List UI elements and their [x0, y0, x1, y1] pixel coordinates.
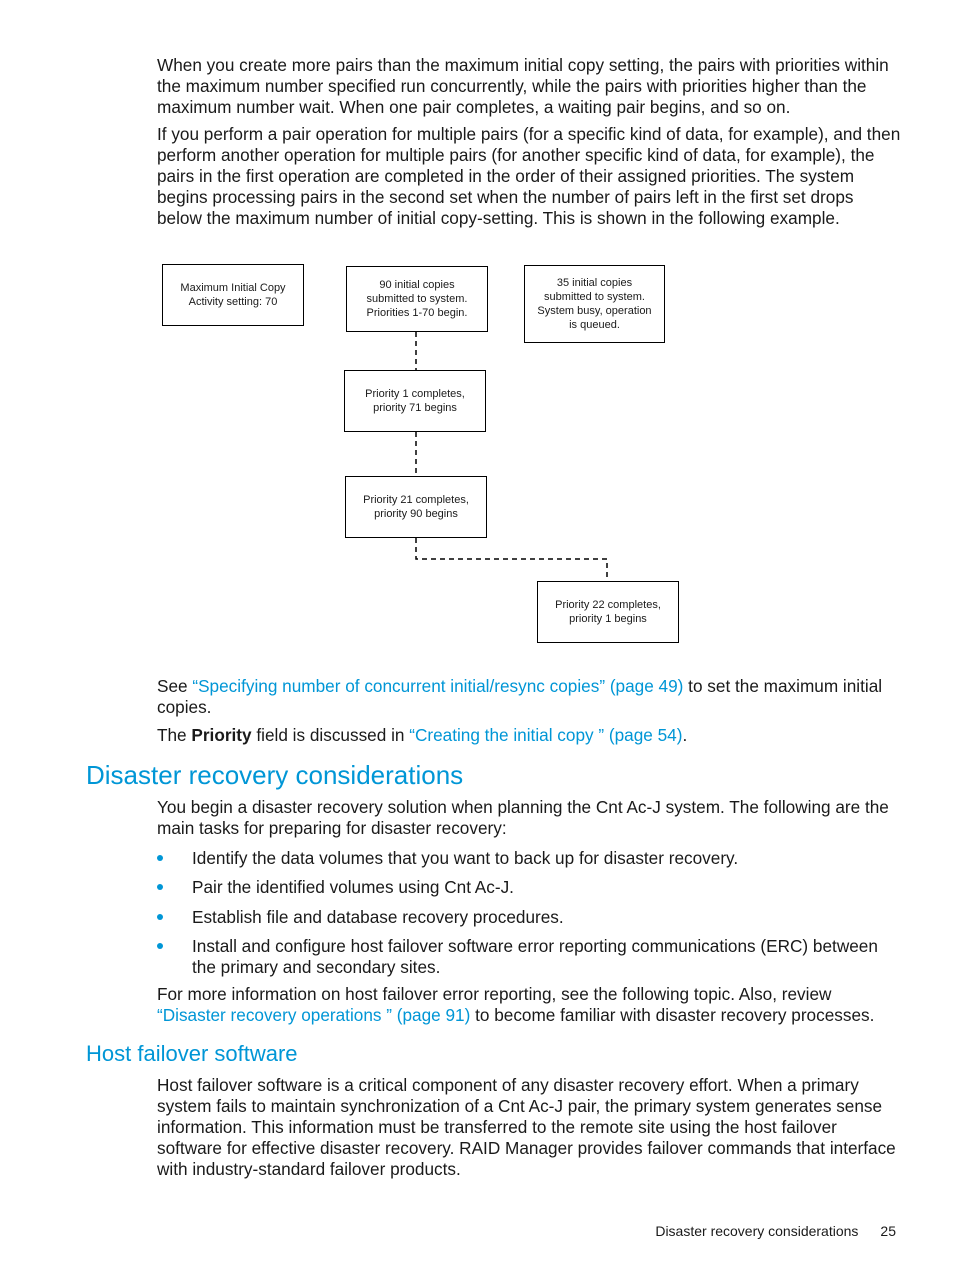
- bullet-icon: [157, 914, 163, 920]
- list-item-text: Install and configure host failover soft…: [192, 936, 878, 977]
- priority-suffix: .: [682, 725, 688, 745]
- box-ninety-copies: 90 initial copies submitted to system. P…: [346, 266, 488, 332]
- link-disaster-operations[interactable]: “Disaster recovery operations ” (page 91…: [157, 1005, 470, 1025]
- bullet-icon: [157, 884, 163, 890]
- heading-disaster-recovery: Disaster recovery considerations: [86, 760, 464, 790]
- box-priority22: Priority 22 completes, priority 1 begins: [537, 581, 679, 643]
- more-suffix: to become familiar with disaster recover…: [470, 1005, 875, 1025]
- bullet-icon: [157, 943, 163, 949]
- priority-paragraph: The Priority field is discussed in “Crea…: [157, 725, 902, 746]
- box-priority1: Priority 1 completes, priority 71 begins: [344, 370, 486, 432]
- host-failover-paragraph: Host failover software is a critical com…: [157, 1075, 896, 1179]
- list-item-text: Identify the data volumes that you want …: [192, 848, 739, 868]
- priority-field-name: Priority: [191, 725, 252, 745]
- connector-3: [415, 538, 608, 581]
- disaster-intro: You begin a disaster recovery solution w…: [157, 797, 889, 838]
- box-priority21: Priority 21 completes, priority 90 begin…: [345, 476, 487, 538]
- priority-prefix: The: [157, 725, 192, 745]
- heading-host-failover: Host failover software: [86, 1041, 298, 1066]
- bullet-icon: [157, 855, 163, 861]
- link-concurrent-copies[interactable]: “Specifying number of concurrent initial…: [192, 676, 683, 696]
- footer-page-number: 25: [880, 1223, 896, 1239]
- page-footer: Disaster recovery considerations 25: [655, 1223, 896, 1239]
- see-prefix: See: [157, 676, 193, 696]
- see-paragraph: See “Specifying number of concurrent ini…: [157, 676, 902, 718]
- list-item-text: Establish file and database recovery pro…: [192, 907, 564, 927]
- footer-section-title: Disaster recovery considerations: [655, 1223, 859, 1239]
- priority-middle: field is discussed in: [251, 725, 410, 745]
- more-info-paragraph: For more information on host failover er…: [157, 984, 902, 1026]
- list-item-text: Pair the identified volumes using Cnt Ac…: [192, 877, 514, 897]
- box-max-setting: Maximum Initial Copy Activity setting: 7…: [162, 264, 304, 326]
- box-thirtyfive-copies: 35 initial copies submitted to system. S…: [524, 265, 665, 343]
- link-initial-copy[interactable]: “Creating the initial copy ” (page 54): [409, 725, 682, 745]
- more-prefix: For more information on host failover er…: [157, 984, 832, 1004]
